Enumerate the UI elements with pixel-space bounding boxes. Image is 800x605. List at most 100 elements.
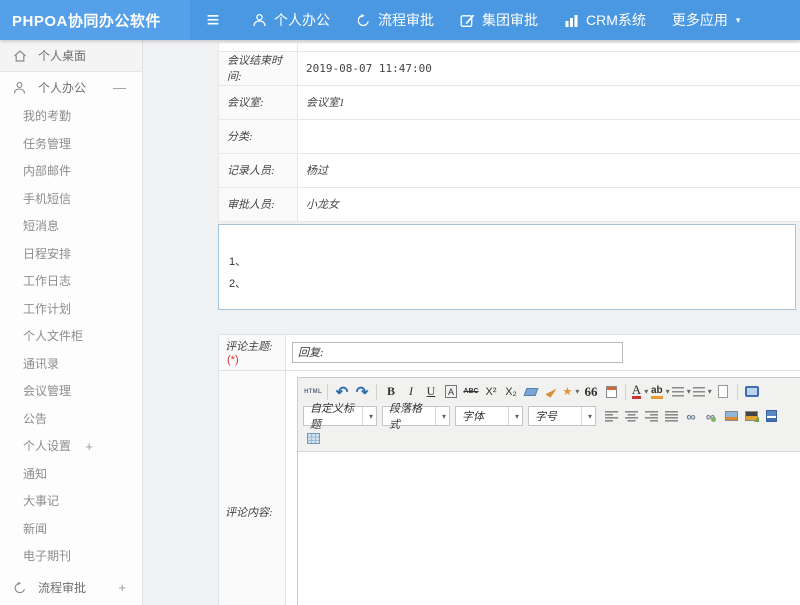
comment-subject-input[interactable] bbox=[292, 342, 623, 363]
insert-link-button[interactable]: ∞ bbox=[682, 407, 700, 425]
subscript-button[interactable]: X₂ bbox=[502, 383, 520, 401]
field-label: 分类: bbox=[219, 119, 298, 153]
toolbar-row-2: 自定义标题 ▾ 段落格式 ▾ 字体 ▾ bbox=[303, 404, 800, 429]
align-justify-button[interactable] bbox=[662, 407, 680, 425]
insert-flash-button[interactable] bbox=[742, 407, 760, 425]
ordered-list-icon bbox=[672, 387, 684, 397]
sidebar-item-short-message[interactable]: 短消息 bbox=[0, 213, 142, 241]
custom-heading-dropdown[interactable]: 自定义标题 ▾ bbox=[303, 406, 377, 426]
sidebar-item-contacts[interactable]: 通讯录 bbox=[0, 351, 142, 379]
nav-label: 更多应用 bbox=[672, 10, 728, 30]
chevron-down-icon: ▾ bbox=[666, 387, 670, 396]
ordered-list-button[interactable]: ▾ bbox=[672, 383, 691, 401]
sidebar-item-label: 流程审批 bbox=[38, 579, 86, 596]
underline-button[interactable]: U bbox=[422, 383, 440, 401]
redo-button[interactable]: ↷ bbox=[353, 383, 371, 401]
sidebar-item-personal-settings[interactable]: 个人设置 + bbox=[0, 433, 142, 461]
sidebar-item-label: 日程安排 bbox=[23, 247, 71, 261]
sidebar-item-work-plan[interactable]: 工作计划 bbox=[0, 296, 142, 324]
sidebar-item-news[interactable]: 新闻 bbox=[0, 516, 142, 544]
insert-media-button[interactable] bbox=[762, 407, 780, 425]
align-right-button[interactable] bbox=[642, 407, 660, 425]
align-center-button[interactable] bbox=[622, 407, 640, 425]
toolbar-row-3 bbox=[303, 429, 800, 449]
sidebar-item-personal-desktop[interactable]: 个人桌面 bbox=[0, 40, 142, 72]
font-color-button[interactable]: A▾ bbox=[631, 383, 649, 401]
collapse-icon[interactable]: — bbox=[113, 80, 126, 95]
expand-icon[interactable]: + bbox=[85, 433, 93, 461]
sidebar-item-flow-approval[interactable]: 流程审批 + bbox=[0, 571, 142, 605]
sidebar-item-mobile-sms[interactable]: 手机短信 bbox=[0, 186, 142, 214]
sidebar-item-personal-files[interactable]: 个人文件柜 bbox=[0, 323, 142, 351]
nav-flow-approval[interactable]: 流程审批 bbox=[356, 10, 434, 30]
align-left-button[interactable] bbox=[602, 407, 620, 425]
sidebar-item-e-journal[interactable]: 电子期刊 bbox=[0, 543, 142, 571]
format-brush-button[interactable] bbox=[542, 383, 560, 401]
dropdown-value: 字体 bbox=[456, 408, 508, 424]
chevron-down-icon[interactable]: ▾ bbox=[362, 407, 376, 425]
person-icon bbox=[13, 81, 29, 95]
nav-more-apps[interactable]: 更多应用 ▾ bbox=[672, 10, 741, 30]
table-row: 审批人员: 小龙女 bbox=[219, 187, 800, 221]
new-page-button[interactable] bbox=[714, 383, 732, 401]
eraser-button[interactable] bbox=[522, 383, 540, 401]
blockquote-button[interactable]: 66 bbox=[582, 383, 600, 401]
field-value: 2019-08-07 11:47:00 bbox=[298, 51, 800, 85]
editor-content[interactable] bbox=[298, 452, 800, 605]
caret-glyph: ▾ bbox=[515, 412, 519, 421]
sidebar-item-label: 我的考勤 bbox=[23, 109, 71, 123]
media-icon bbox=[766, 410, 777, 422]
sidebar-item-my-attendance[interactable]: 我的考勤 bbox=[0, 103, 142, 131]
sidebar-item-work-diary[interactable]: 工作日志 bbox=[0, 268, 142, 296]
bold-button[interactable]: B bbox=[382, 383, 400, 401]
undo-button[interactable]: ↶ bbox=[333, 383, 351, 401]
chevron-down-icon[interactable]: ▾ bbox=[581, 407, 595, 425]
meeting-info-table: 会议结束时间: 2019-08-07 11:47:00 会议室: 会议室1 分类… bbox=[218, 43, 800, 222]
nav-group-approval[interactable]: 集团审批 bbox=[460, 10, 538, 30]
font-color-icon: A bbox=[632, 384, 641, 399]
caret-glyph: ▾ bbox=[369, 412, 373, 421]
nav-label: 集团审批 bbox=[482, 10, 538, 30]
sidebar-item-internal-mail[interactable]: 内部邮件 bbox=[0, 158, 142, 186]
comment-subject-label: 评论主题: bbox=[225, 341, 273, 353]
sidebar-item-announcement[interactable]: 公告 bbox=[0, 406, 142, 434]
paragraph-format-dropdown[interactable]: 段落格式 ▾ bbox=[382, 406, 450, 426]
comment-form-table: 评论主题: (*) 评论内容: HTML ↶ bbox=[218, 334, 800, 605]
sidebar-item-label: 个人文件柜 bbox=[23, 329, 83, 343]
sidebar-item-big-events[interactable]: 大事记 bbox=[0, 488, 142, 516]
superscript-button[interactable]: X² bbox=[482, 383, 500, 401]
nav-crm-system[interactable]: CRM系统 bbox=[564, 10, 646, 30]
hamburger-menu-icon[interactable]: ≡ bbox=[200, 0, 226, 40]
paste-button[interactable] bbox=[602, 383, 620, 401]
quick-format-button[interactable]: ★▾ bbox=[562, 383, 580, 401]
unordered-list-button[interactable]: ▾ bbox=[693, 383, 712, 401]
insert-image-button[interactable] bbox=[722, 407, 740, 425]
sidebar-submenu: 我的考勤 任务管理 内部邮件 手机短信 短消息 日程安排 工作日志 工作计划 个… bbox=[0, 103, 142, 571]
home-icon bbox=[13, 49, 29, 63]
fullscreen-button[interactable] bbox=[743, 383, 761, 401]
font-family-dropdown[interactable]: 字体 ▾ bbox=[455, 406, 523, 426]
font-style-button[interactable]: A bbox=[445, 385, 457, 398]
chevron-down-icon: ▾ bbox=[644, 387, 648, 396]
main-content: 会议结束时间: 2019-08-07 11:47:00 会议室: 会议室1 分类… bbox=[143, 40, 800, 605]
sidebar-item-notice[interactable]: 通知 bbox=[0, 461, 142, 489]
caret-glyph: ▾ bbox=[442, 412, 446, 421]
expand-icon[interactable]: + bbox=[118, 580, 126, 595]
sidebar-item-task-management[interactable]: 任务管理 bbox=[0, 131, 142, 159]
sidebar-item-label: 个人桌面 bbox=[38, 47, 86, 64]
nav-personal-office[interactable]: 个人办公 bbox=[252, 10, 330, 30]
italic-button[interactable]: I bbox=[402, 383, 420, 401]
strikethrough-button[interactable]: ABC bbox=[462, 383, 480, 401]
table-row-partial bbox=[219, 43, 800, 51]
chevron-down-icon[interactable]: ▾ bbox=[508, 407, 522, 425]
sidebar-item-label: 个人办公 bbox=[38, 79, 86, 96]
unlink-button[interactable]: ∞ bbox=[702, 407, 720, 425]
highlight-button[interactable]: ab▾ bbox=[651, 383, 670, 401]
sidebar-item-meeting-management[interactable]: 会议管理 bbox=[0, 378, 142, 406]
sidebar-item-personal-office[interactable]: 个人办公 — bbox=[0, 72, 142, 103]
font-size-dropdown[interactable]: 字号 ▾ bbox=[528, 406, 596, 426]
html-source-button[interactable]: HTML bbox=[304, 383, 322, 401]
insert-table-button[interactable] bbox=[304, 430, 322, 448]
sidebar-item-schedule[interactable]: 日程安排 bbox=[0, 241, 142, 269]
chevron-down-icon[interactable]: ▾ bbox=[435, 407, 449, 425]
